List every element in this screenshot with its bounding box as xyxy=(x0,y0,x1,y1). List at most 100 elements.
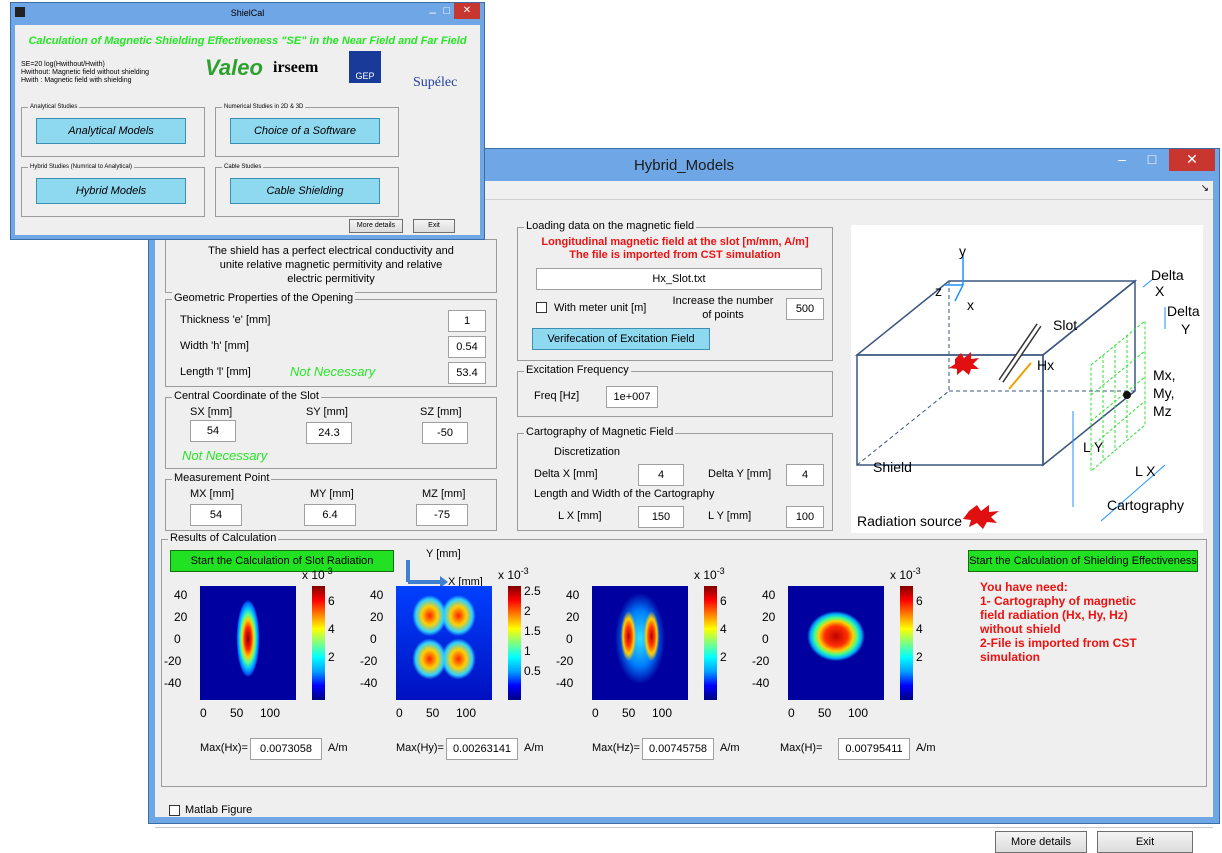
sx-field[interactable]: 54 xyxy=(190,420,236,442)
diagram-delta-y1: Delta xyxy=(1167,303,1200,319)
more-details-button[interactable]: More details xyxy=(995,831,1087,853)
max-label: Max(H)= xyxy=(780,742,823,754)
max-value-field[interactable]: 0.00263141 xyxy=(446,738,518,760)
file-field[interactable]: Hx_Slot.txt xyxy=(536,268,822,290)
sx-label: SX [mm] xyxy=(190,406,233,418)
cable-studies-title: Cable Studies xyxy=(222,164,264,170)
max-value-field[interactable]: 0.00795411 xyxy=(838,738,910,760)
diagram-radiation-label: Radiation source xyxy=(857,513,963,529)
x-tick-label: 0 xyxy=(592,706,599,720)
shielcal-client: Calculation of Magnetic Shielding Effect… xyxy=(15,25,480,235)
y-tick-label: 40 xyxy=(762,588,776,602)
verify-excitation-button[interactable]: Verifecation of Excitation Field xyxy=(532,328,710,350)
analytical-models-button[interactable]: Analytical Models xyxy=(36,118,186,144)
measurement-panel-title: Measurement Point xyxy=(172,472,272,484)
excitation-panel: Excitation Frequency Freq [Hz] 1e+007 xyxy=(517,364,833,417)
shielcal-close-icon[interactable]: ✕ xyxy=(454,3,480,19)
heatmap-plot: 40 20 0 -20 -40 0 50 100 x 10-3 6 4 2 Max(H)= 0.00795… xyxy=(750,540,946,780)
x-tick-label: 100 xyxy=(456,706,477,720)
length-label: Length 'l' [mm] xyxy=(180,366,251,378)
shielcal-exit-button[interactable]: Exit xyxy=(413,219,455,233)
shielcal-more-details-button[interactable]: More details xyxy=(349,219,403,233)
loading-panel: Loading data on the magnetic field Longi… xyxy=(517,220,833,361)
formula-line: Hwithout: Magnetic field without shieldi… xyxy=(21,69,150,76)
unit-label: A/m xyxy=(916,742,936,754)
sy-label: SY [mm] xyxy=(306,406,348,418)
start-shielding-effectiveness-button[interactable]: Start the Calculation of Shielding Effec… xyxy=(968,550,1198,572)
y-tick-label: 0 xyxy=(370,632,377,646)
shielcal-window: ShielCal – □ ✕ Calculation of Magnetic S… xyxy=(10,2,485,240)
heatmap-image xyxy=(788,586,884,700)
minimize-icon[interactable]: – xyxy=(1107,149,1137,171)
freq-field[interactable]: 1e+007 xyxy=(606,386,658,408)
cable-shielding-button[interactable]: Cable Shielding xyxy=(230,178,380,204)
measurement-panel: Measurement Point MX [mm] MY [mm] MZ [mm… xyxy=(165,472,497,531)
need-line: 1- Cartography of magnetic xyxy=(980,594,1137,608)
diagram-my: My, xyxy=(1153,385,1175,401)
colorbar-tick-label: 2 xyxy=(916,650,923,664)
diagram-mx: Mx, xyxy=(1153,367,1176,383)
exit-button[interactable]: Exit xyxy=(1097,831,1193,853)
diagram-hx-label: Hx xyxy=(1037,357,1055,373)
cartography-panel-title: Cartography of Magnetic Field xyxy=(524,426,676,438)
lx-field[interactable]: 150 xyxy=(638,506,684,528)
length-field[interactable]: 53.4 xyxy=(448,362,486,384)
x-tick-label: 100 xyxy=(260,706,281,720)
mx-label: MX [mm] xyxy=(190,488,234,500)
se-formula: SE=20 log(Hwithout/Hwith) Hwithout: Magn… xyxy=(21,61,149,85)
colorbar-exponent: x 10-3 xyxy=(498,566,529,582)
my-field[interactable]: 6.4 xyxy=(304,504,356,526)
hybrid-models-button[interactable]: Hybrid Models xyxy=(36,178,186,204)
max-label: Max(Hx)= xyxy=(200,742,248,754)
heatmap-plot: 40 20 0 -20 -40 0 50 100 x 10-3 2.5 2 1.5 1 0.5 Max(Hy… xyxy=(358,540,554,780)
diagram-shield-label: Shield xyxy=(873,459,912,475)
colorbar-tick-label: 1.5 xyxy=(524,624,541,638)
sy-field[interactable]: 24.3 xyxy=(306,422,352,444)
diagram-x-label: x xyxy=(967,297,974,313)
mz-field[interactable]: -75 xyxy=(416,504,468,526)
y-tick-label: -40 xyxy=(164,676,182,690)
numerical-studies-title: Numerical Studies in 2D & 3D xyxy=(222,104,306,110)
toolbar-arrow-icon[interactable]: ↘ xyxy=(1201,183,1209,194)
colorbar-tick-label: 2.5 xyxy=(524,584,541,598)
unit-label: A/m xyxy=(524,742,544,754)
ly-field[interactable]: 100 xyxy=(786,506,824,528)
width-field[interactable]: 0.54 xyxy=(448,336,486,358)
max-value-field[interactable]: 0.0073058 xyxy=(250,738,322,760)
need-text: You have need: 1- Cartography of magneti… xyxy=(980,580,1137,664)
delta-y-field[interactable]: 4 xyxy=(786,464,824,486)
thickness-label: Thickness 'e' [mm] xyxy=(180,314,271,326)
ly-label: L Y [mm] xyxy=(708,510,752,522)
y-tick-label: 40 xyxy=(174,588,188,602)
thickness-field[interactable]: 1 xyxy=(448,310,486,332)
diagram-cartography-label: Cartography xyxy=(1107,497,1185,513)
colorbar-exponent: x 10-3 xyxy=(890,566,921,582)
not-necessary-central: Not Necessary xyxy=(182,448,268,463)
diagram-mz: Mz xyxy=(1153,403,1172,419)
shielcal-minimize-icon[interactable]: – xyxy=(429,5,436,19)
need-line: field radiation (Hx, Hy, Hz) xyxy=(980,608,1128,622)
y-tick-label: -40 xyxy=(360,676,378,690)
meter-unit-checkbox[interactable] xyxy=(536,302,547,313)
max-value-field[interactable]: 0.00745758 xyxy=(642,738,714,760)
colorbar-tick-label: 6 xyxy=(916,594,923,608)
heatmap-image xyxy=(200,586,296,700)
x-tick-label: 50 xyxy=(818,706,832,720)
choice-software-button[interactable]: Choice of a Software xyxy=(230,118,380,144)
need-line: 2-File is imported from CST xyxy=(980,636,1137,650)
y-tick-label: 0 xyxy=(174,632,181,646)
loading-red-line1: Longitudinal magnetic field at the slot … xyxy=(541,236,809,248)
diagram-delta-x1: Delta xyxy=(1151,267,1184,283)
colorbar-tick-label: 6 xyxy=(328,594,335,608)
shielcal-title-bar[interactable]: ShielCal – □ ✕ xyxy=(11,3,484,25)
shielcal-maximize-icon[interactable]: □ xyxy=(443,5,450,17)
maximize-icon[interactable]: □ xyxy=(1137,149,1167,171)
increase-points-field[interactable]: 500 xyxy=(786,298,824,320)
y-tick-label: 20 xyxy=(174,610,188,624)
mx-field[interactable]: 54 xyxy=(190,504,242,526)
sz-field[interactable]: -50 xyxy=(422,422,468,444)
matlab-figure-checkbox[interactable] xyxy=(169,805,180,816)
close-icon[interactable]: ✕ xyxy=(1169,149,1215,171)
colorbar-tick-label: 2 xyxy=(720,650,727,664)
delta-x-field[interactable]: 4 xyxy=(638,464,684,486)
